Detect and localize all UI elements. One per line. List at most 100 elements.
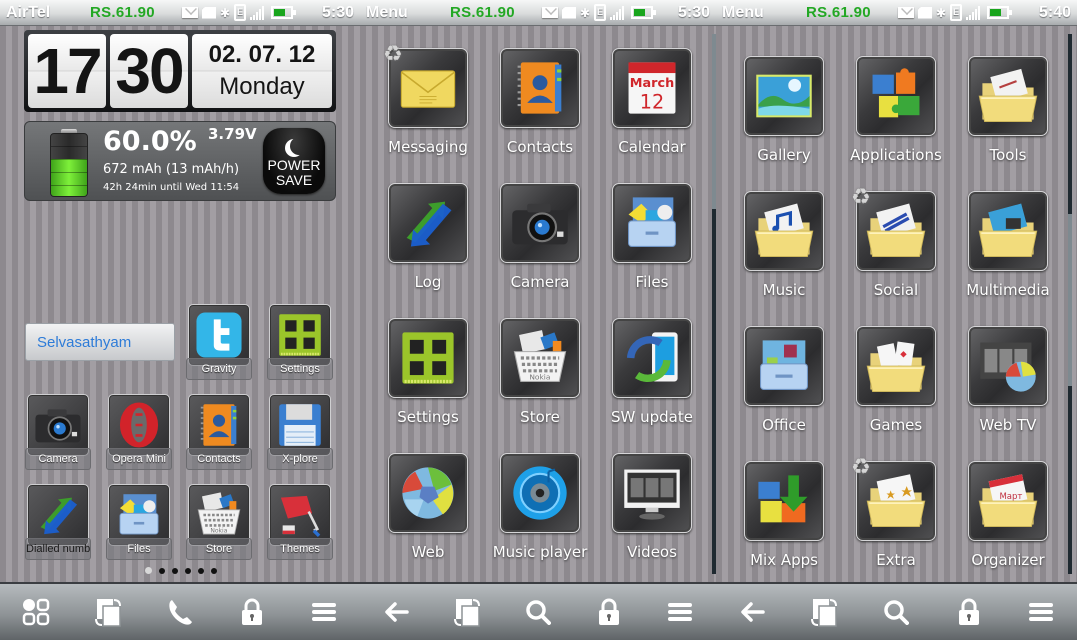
shortcut-label: Themes — [267, 538, 333, 560]
shortcut-opera-mini[interactable]: Opera Mini — [106, 394, 172, 470]
nav-button-search[interactable] — [874, 590, 918, 634]
menu-item-applications[interactable]: Applications — [829, 56, 942, 181]
menu-item-extra[interactable]: ♻ Extra — [829, 455, 941, 586]
nav-button-lock[interactable] — [947, 590, 991, 634]
shortcut-camera[interactable]: Camera — [25, 394, 91, 470]
menu-item-contacts[interactable]: Contacts — [473, 48, 585, 173]
contacts-book-icon — [188, 394, 250, 456]
page-dot-4[interactable] — [185, 568, 191, 574]
memory-card-icon — [202, 6, 216, 19]
signal-strength-icon — [610, 5, 625, 20]
power-save-button[interactable]: POWER SAVE — [263, 128, 325, 194]
nav-button-menu[interactable] — [302, 590, 346, 634]
contacts-book-icon — [500, 48, 580, 128]
store-basket-icon: Nokia — [500, 318, 580, 398]
shortcut-contacts[interactable]: Contacts — [186, 394, 252, 470]
menu-item-videos[interactable]: Videos — [585, 453, 697, 578]
shortcut-dialled-numb[interactable]: Dialled numb — [25, 484, 91, 560]
menu-item-games[interactable]: Games — [829, 326, 941, 451]
page-dot-6[interactable] — [211, 568, 217, 574]
page-dot-1[interactable] — [145, 567, 152, 574]
page-dot-3[interactable] — [172, 568, 178, 574]
folder-games-icon — [856, 326, 936, 406]
status-icons: ✱ E — [898, 4, 1039, 21]
menu-item-sw-update[interactable]: SW update — [585, 318, 697, 443]
menu-item-music-player[interactable]: Music player — [473, 453, 587, 578]
nav-button-lock[interactable] — [230, 590, 274, 634]
menu-item-calendar[interactable]: March 12 Calendar — [585, 48, 697, 173]
nav-bar — [716, 582, 1077, 640]
shortcut-label: Dialled numb — [25, 538, 91, 560]
menu-item-settings[interactable]: Settings — [361, 318, 473, 443]
call-log-arrows-icon — [27, 484, 89, 546]
memory-card-icon — [562, 6, 576, 19]
menu-item-web[interactable]: Web — [361, 453, 473, 578]
clock-minutes: 30 — [110, 34, 188, 108]
back-arrow-icon — [739, 601, 765, 623]
status-bar: Menu RS.61.90 ✱ E 5:30 — [360, 0, 716, 26]
menu-item-tools[interactable]: Tools — [941, 56, 1053, 181]
menu-item-organizer[interactable]: Март Organizer — [941, 461, 1053, 586]
bluetooth-icon: ✱ — [580, 5, 591, 20]
page-dot-2[interactable] — [159, 568, 165, 574]
folder-organizer-icon: Март — [968, 461, 1048, 541]
battery-widget[interactable]: 60.0% 3.79V 672 mAh (13 mAh/h) 42h 24min… — [24, 121, 336, 201]
screen-title: Menu — [366, 3, 408, 21]
battery-voltage: 3.79V — [208, 125, 257, 143]
shortcut-store[interactable]: Nokia Store — [186, 484, 252, 560]
menu-item-store[interactable]: Nokia Store — [473, 318, 585, 443]
shortcut-label: Camera — [25, 448, 91, 470]
nav-button-apps-grid[interactable] — [14, 590, 58, 634]
name-widget[interactable]: Selvasathyam — [25, 323, 175, 361]
shortcut-gravity[interactable]: Gravity — [186, 304, 252, 380]
page-indicator[interactable] — [145, 567, 217, 574]
nav-button-task-switcher[interactable] — [445, 590, 489, 634]
shortcut-x-plore[interactable]: X-plore — [267, 394, 333, 470]
nav-button-phone[interactable] — [158, 590, 202, 634]
menu-screen-1: Menu RS.61.90 ✱ E 5:30 ♻ Messaging Conta… — [360, 0, 716, 640]
nav-button-menu[interactable] — [1019, 590, 1063, 634]
scrollbar[interactable] — [1068, 34, 1072, 574]
nav-button-lock[interactable] — [587, 590, 631, 634]
nav-button-task-switcher[interactable] — [802, 590, 846, 634]
nav-button-back-arrow[interactable] — [730, 590, 774, 634]
menu-item-label: Calendar — [618, 138, 686, 156]
menu-item-music[interactable]: Music — [717, 191, 829, 316]
menu-item-multimedia[interactable]: Multimedia — [941, 191, 1053, 316]
svg-text:Март: Март — [999, 492, 1022, 502]
store-basket-icon: Nokia — [188, 484, 250, 546]
date-panel: 02. 07. 12 Monday — [192, 34, 332, 108]
shortcut-themes[interactable]: Themes — [267, 484, 333, 560]
menu-item-files[interactable]: Files — [585, 183, 697, 308]
nav-bar — [360, 582, 716, 640]
nav-button-back-arrow[interactable] — [374, 590, 418, 634]
shortcut-files[interactable]: Files — [106, 484, 172, 560]
scroll-thumb[interactable] — [1068, 214, 1072, 386]
menu-item-gallery[interactable]: Gallery — [717, 56, 829, 181]
page-dot-5[interactable] — [198, 568, 204, 574]
signal-strength-icon — [966, 5, 981, 20]
nav-button-task-switcher[interactable] — [86, 590, 130, 634]
menu-item-log[interactable]: Log — [361, 183, 473, 308]
nav-button-menu[interactable] — [658, 590, 702, 634]
nav-button-search[interactable] — [516, 590, 560, 634]
battery-icon — [987, 6, 1013, 19]
shortcut-label: X-plore — [267, 448, 333, 470]
menu-item-office[interactable]: Office — [717, 326, 829, 451]
status-time: 5:30 — [677, 3, 710, 21]
music-player-icon — [500, 453, 580, 533]
menu-item-messaging[interactable]: ♻ Messaging — [361, 42, 473, 173]
menu-item-web-tv[interactable]: Web TV — [941, 326, 1053, 451]
edge-network-icon: E — [950, 4, 963, 21]
shortcut-label: Store — [186, 538, 252, 560]
shortcut-settings[interactable]: Settings — [267, 304, 333, 380]
menu-item-camera[interactable]: Camera — [473, 183, 585, 308]
menu-item-social[interactable]: ♻ Social — [829, 185, 941, 316]
clock-widget[interactable]: 17 30 02. 07. 12 Monday — [24, 30, 336, 112]
menu-item-mix-apps[interactable]: Mix Apps — [717, 461, 829, 586]
web-browser-icon — [388, 453, 468, 533]
menu-item-label: Web TV — [979, 416, 1037, 434]
shortcut-label: Opera Mini — [106, 448, 172, 470]
back-arrow-icon — [383, 601, 409, 623]
shortcut-label: Settings — [267, 358, 333, 380]
